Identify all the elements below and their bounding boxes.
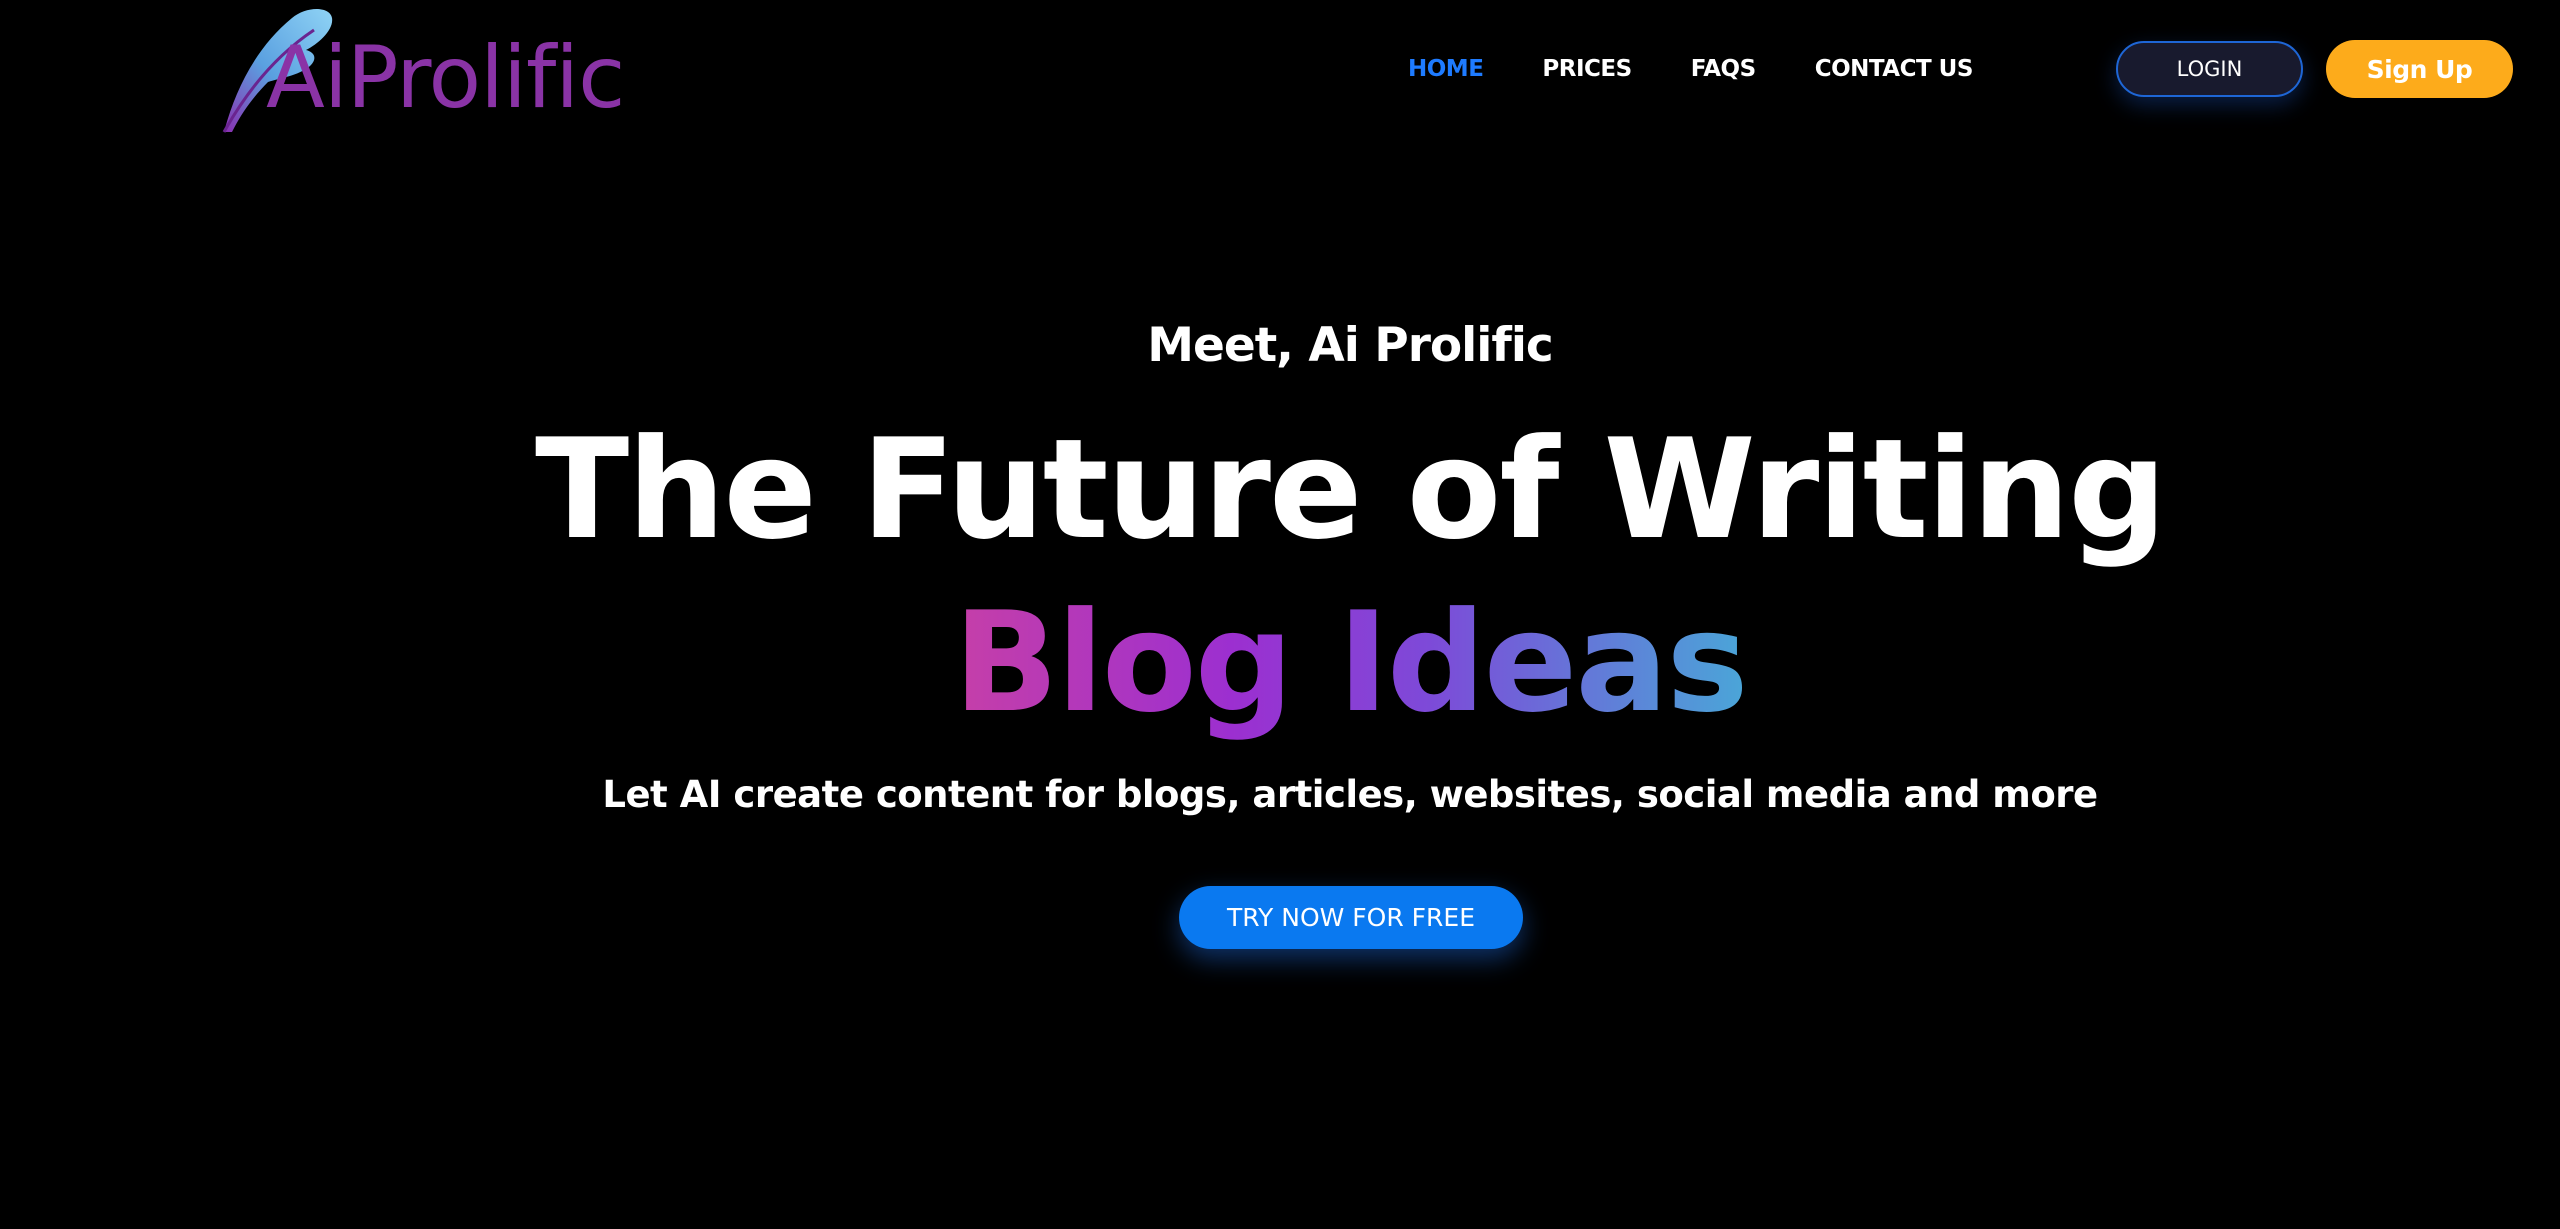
- landing-page: AiProlific HOME PRICES FAQS CONTACT US L…: [0, 0, 2560, 1229]
- try-now-button[interactable]: TRY NOW FOR FREE: [1179, 886, 1523, 949]
- hero-rotating-line: Blog Ideas: [0, 578, 2560, 748]
- hero-eyebrow: Meet, Ai Prolific: [1147, 318, 1554, 373]
- hero-headline: The Future of Writing: [535, 409, 2167, 570]
- hero-section: Meet, Ai Prolific The Future of Writing …: [0, 0, 2560, 1229]
- hero-rotating-text: Blog Ideas: [953, 578, 1748, 748]
- hero-subline: Let AI create content for blogs, article…: [602, 773, 2098, 816]
